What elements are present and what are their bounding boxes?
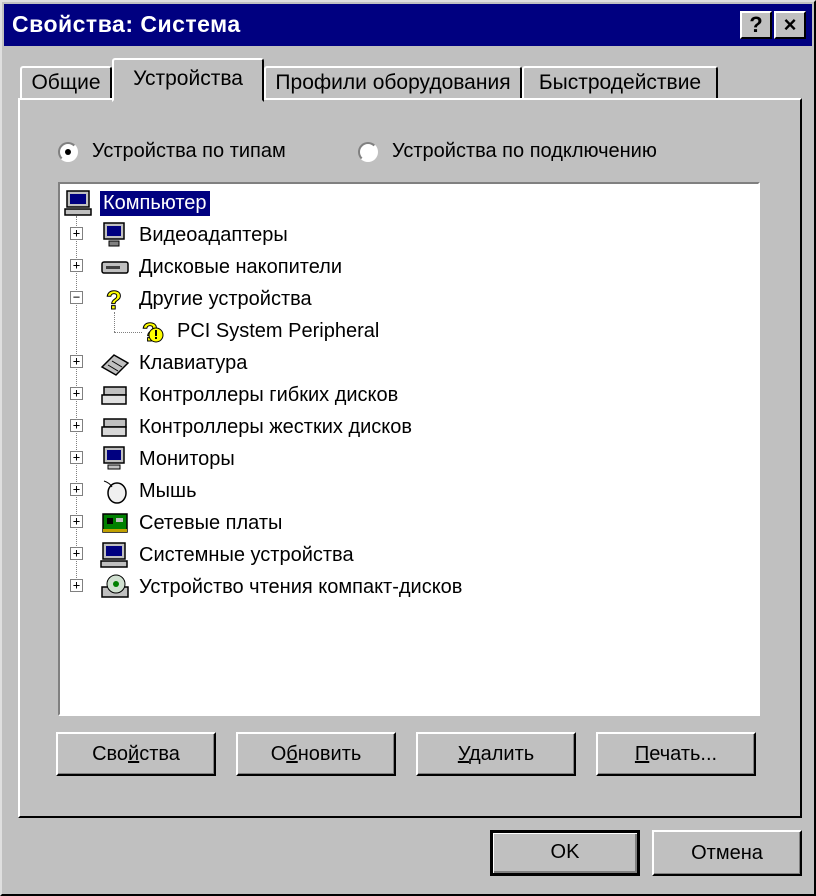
radio-by-type-circle[interactable]	[58, 141, 78, 162]
tree-item-display-adapters[interactable]: Видеоадаптеры	[100, 220, 291, 250]
tab-general[interactable]: Общие	[20, 66, 112, 100]
display-adapter-icon	[100, 221, 130, 249]
refresh-button-label: О	[270, 743, 287, 765]
tab-performance[interactable]: Быстродействие	[522, 66, 718, 100]
expand-toggle[interactable]: +	[70, 419, 83, 432]
expand-toggle[interactable]: +	[70, 355, 83, 368]
radio-selected-dot	[65, 148, 71, 155]
refresh-button[interactable]: Обновить	[236, 732, 396, 776]
tree-item-label: Дисковые накопители	[139, 255, 342, 278]
ok-button[interactable]: OK	[490, 830, 640, 876]
cdrom-icon	[100, 573, 130, 601]
tree-item-label: Контроллеры гибких дисков	[139, 383, 399, 406]
print-button-label: ечать...	[649, 743, 718, 765]
print-button-accelerator: П	[634, 743, 650, 765]
radio-by-type[interactable]: Устройства по типам	[58, 140, 286, 163]
tree-item-label: Другие устройства	[139, 287, 312, 310]
tab-hardware-profiles[interactable]: Профили оборудования	[264, 66, 522, 100]
tree-item-label: Системные устройства	[139, 543, 354, 566]
tree-item-disk-drives[interactable]: Дисковые накопители	[100, 252, 345, 282]
tab-hardware-profiles-label: Профили оборудования	[275, 71, 511, 94]
window-title: Свойства: Система	[12, 11, 241, 37]
tree-item-keyboard[interactable]: Клавиатура	[100, 348, 250, 378]
expand-toggle[interactable]: +	[70, 387, 83, 400]
tree-item-other-devices[interactable]: ? Другие устройства	[100, 284, 315, 314]
print-button[interactable]: Печать...	[596, 732, 756, 776]
tree-item-label: Клавиатура	[139, 351, 248, 374]
expand-toggle[interactable]: +	[70, 547, 83, 560]
warning-question-icon: ?	[138, 317, 168, 345]
collapse-toggle[interactable]: −	[70, 291, 83, 304]
question-mark-icon: ?	[100, 285, 130, 313]
tab-general-label: Общие	[31, 71, 101, 94]
expand-toggle[interactable]: +	[70, 227, 83, 240]
tree-item-floppy-controllers[interactable]: Контроллеры гибких дисков	[100, 380, 401, 410]
tab-performance-label: Быстродействие	[538, 71, 702, 94]
radio-by-connection-circle[interactable]	[358, 141, 378, 162]
tree-item-label: Устройство чтения компакт-дисков	[139, 575, 463, 598]
tree-item-hard-disk-controllers[interactable]: Контроллеры жестких дисков	[100, 412, 415, 442]
tree-trunk-line	[76, 216, 77, 590]
title-bar[interactable]: Свойства: Система ? ×	[4, 4, 812, 46]
refresh-button-label: новить	[297, 743, 362, 765]
tree-item-monitors[interactable]: Мониторы	[100, 444, 238, 474]
monitor-icon	[100, 445, 130, 473]
refresh-button-accelerator: б	[286, 743, 298, 765]
cancel-button[interactable]: Отмена	[652, 830, 802, 876]
remove-button-accelerator: У	[457, 743, 469, 765]
floppy-controller-icon	[100, 381, 130, 409]
tree-item-mouse[interactable]: Мышь	[100, 476, 200, 506]
svg-text:?: ?	[106, 285, 122, 313]
device-tree[interactable]: Компьютер + Видеоадаптеры + Дисковые нак…	[58, 182, 760, 716]
radio-by-connection[interactable]: Устройства по подключению	[358, 140, 657, 163]
expand-toggle[interactable]: +	[70, 483, 83, 496]
tree-item-label: Контроллеры жестких дисков	[139, 415, 413, 438]
close-button[interactable]: ×	[774, 11, 806, 39]
tree-item-network-cards[interactable]: Сетевые платы	[100, 508, 285, 538]
system-device-icon	[100, 541, 130, 569]
expand-toggle[interactable]: +	[70, 579, 83, 592]
tree-item-label: Компьютер	[99, 189, 211, 217]
tree-item-pci-system-peripheral[interactable]: ? PCI System Peripheral	[138, 316, 382, 346]
properties-button-label: Сво	[92, 743, 129, 765]
network-card-icon	[100, 509, 130, 537]
help-button[interactable]: ?	[740, 11, 772, 39]
properties-button[interactable]: Свойства	[56, 732, 216, 776]
keyboard-icon	[100, 349, 130, 377]
mouse-icon	[100, 477, 130, 505]
hard-disk-controller-icon	[100, 413, 130, 441]
tree-item-label: Сетевые платы	[139, 511, 283, 534]
tree-branch-line	[114, 312, 115, 332]
radio-by-connection-label: Устройства по подключению	[392, 140, 657, 162]
radio-by-type-label: Устройства по типам	[92, 140, 286, 162]
tree-item-label: Мышь	[139, 479, 197, 502]
tree-item-cdrom[interactable]: Устройство чтения компакт-дисков	[100, 572, 465, 602]
remove-button[interactable]: Удалить	[416, 732, 576, 776]
tree-item-label: PCI System Peripheral	[177, 319, 380, 342]
computer-icon	[64, 189, 94, 217]
expand-toggle[interactable]: +	[70, 451, 83, 464]
system-properties-dialog: Свойства: Система ? × Общие Устройства П…	[0, 0, 816, 896]
properties-button-accelerator: й	[128, 743, 140, 765]
properties-button-label: ства	[139, 743, 180, 765]
tree-item-label: Мониторы	[139, 447, 235, 470]
tree-item-computer[interactable]: Компьютер	[64, 188, 211, 218]
remove-button-label: далить	[468, 743, 535, 765]
tree-item-system-devices[interactable]: Системные устройства	[100, 540, 357, 570]
disk-drive-icon	[100, 253, 130, 281]
tab-devices[interactable]: Устройства	[112, 58, 264, 102]
tab-devices-label: Устройства	[133, 67, 243, 90]
expand-toggle[interactable]: +	[70, 515, 83, 528]
tree-item-label: Видеоадаптеры	[139, 223, 288, 246]
expand-toggle[interactable]: +	[70, 259, 83, 272]
